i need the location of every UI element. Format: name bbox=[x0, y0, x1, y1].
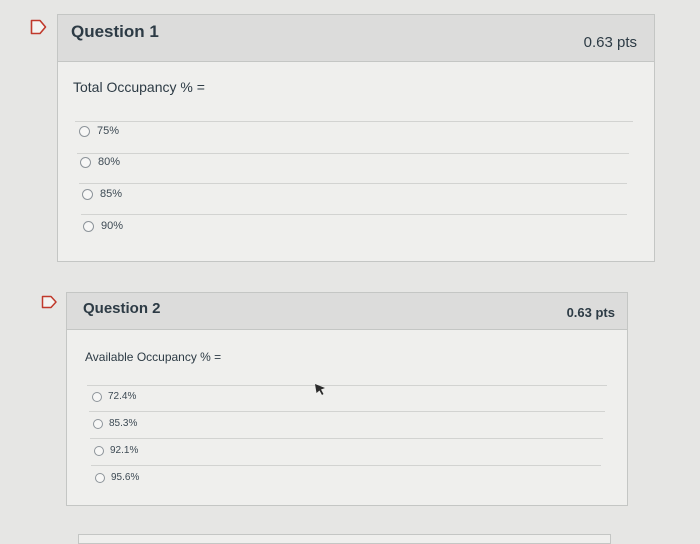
answer-label: 72.4% bbox=[108, 391, 137, 402]
answer-option[interactable]: 75% bbox=[79, 125, 119, 137]
radio-button[interactable] bbox=[94, 445, 104, 456]
question-2-card: Question 2 0.63 pts Available Occupancy … bbox=[66, 292, 628, 506]
answer-option[interactable]: 92.1% bbox=[94, 445, 138, 456]
question-title: Question 2 bbox=[83, 300, 161, 317]
divider bbox=[79, 183, 627, 184]
radio-button[interactable] bbox=[93, 418, 103, 429]
divider bbox=[89, 411, 605, 412]
radio-button[interactable] bbox=[92, 391, 102, 402]
answer-label: 75% bbox=[97, 125, 120, 137]
answer-option[interactable]: 95.6% bbox=[95, 472, 139, 483]
radio-button[interactable] bbox=[79, 125, 90, 137]
answer-label: 90% bbox=[101, 220, 124, 232]
radio-button[interactable] bbox=[80, 156, 91, 168]
question-title: Question 1 bbox=[71, 22, 159, 41]
answer-label: 95.6% bbox=[111, 472, 140, 483]
divider bbox=[77, 153, 629, 154]
divider bbox=[87, 385, 607, 386]
radio-button[interactable] bbox=[83, 220, 94, 232]
answer-option[interactable]: 90% bbox=[83, 220, 123, 232]
question-points: 0.63 pts bbox=[566, 305, 615, 320]
divider bbox=[91, 465, 601, 466]
answer-label: 85.3% bbox=[109, 418, 138, 429]
answer-label: 80% bbox=[98, 156, 121, 168]
divider bbox=[81, 214, 627, 215]
radio-button[interactable] bbox=[95, 472, 105, 483]
next-question-card-edge bbox=[78, 534, 611, 544]
question-header: Question 2 0.63 pts bbox=[67, 293, 627, 330]
answer-label: 92.1% bbox=[110, 445, 139, 456]
answer-option[interactable]: 72.4% bbox=[92, 391, 136, 402]
question-header: Question 1 0.63 pts bbox=[58, 15, 654, 62]
radio-button[interactable] bbox=[82, 188, 93, 200]
mouse-pointer-icon bbox=[315, 384, 325, 395]
divider bbox=[75, 121, 633, 122]
question-text: Available Occupancy % = bbox=[85, 350, 222, 364]
question-1-card: Question 1 0.63 pts Total Occupancy % = … bbox=[57, 14, 655, 262]
question-points: 0.63 pts bbox=[583, 34, 637, 51]
question-text: Total Occupancy % = bbox=[73, 79, 205, 95]
flag-question-icon[interactable] bbox=[41, 295, 59, 309]
answer-option[interactable]: 85.3% bbox=[93, 418, 137, 429]
answer-option[interactable]: 85% bbox=[82, 188, 122, 200]
divider bbox=[90, 438, 603, 439]
flag-question-icon[interactable] bbox=[30, 19, 48, 35]
answer-label: 85% bbox=[100, 188, 123, 200]
answer-option[interactable]: 80% bbox=[80, 156, 120, 168]
